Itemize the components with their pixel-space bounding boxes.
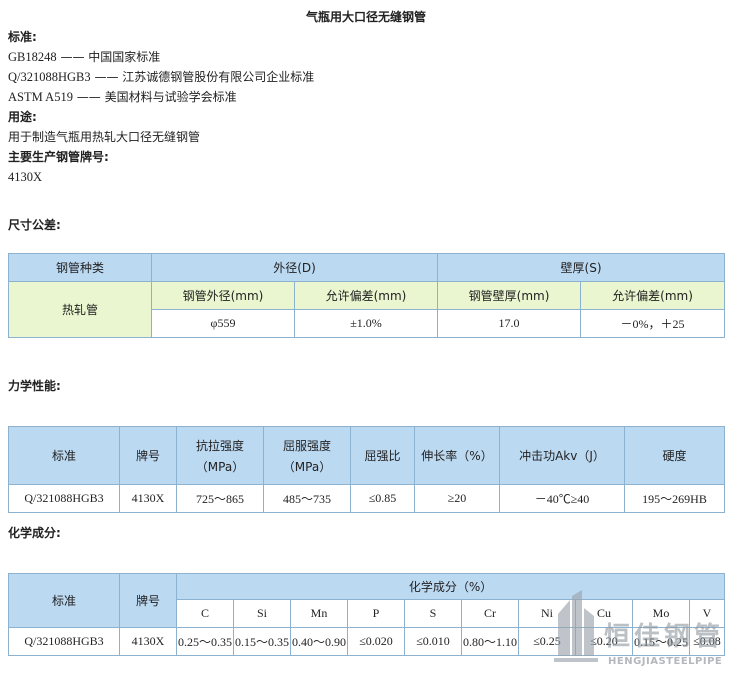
chem-element: S	[404, 599, 462, 628]
mech-header: 抗拉强度 （MPa）	[176, 426, 264, 485]
chem-element: P	[347, 599, 405, 628]
chem-label: 化学成分:	[8, 526, 61, 540]
chem-element: Ni	[518, 599, 576, 628]
usage-label: 用途:	[8, 110, 37, 124]
mech-cell: 195～269HB	[624, 484, 725, 513]
chem-cell: Q/321088HGB3	[8, 627, 120, 656]
dim-cell: －0%，＋25	[580, 309, 726, 338]
chem-element: Cr	[461, 599, 519, 628]
mech-cell: 725～865	[176, 484, 264, 513]
chem-header-grade: 牌号	[119, 573, 177, 628]
chem-cell: ≤0.08	[688, 627, 726, 656]
mech-header: 屈服强度 （MPa）	[263, 426, 351, 485]
chem-cell: 0.80～1.10	[461, 627, 519, 656]
dim-header-wt: 壁厚(S)	[437, 253, 726, 282]
mech-header: 牌号	[119, 426, 177, 485]
watermark-en: HENGJIASTEELPIPE	[608, 656, 723, 667]
mech-cell: 485～735	[263, 484, 351, 513]
chem-header-group: 化学成分（%）	[175, 573, 726, 600]
dim-cell: φ559	[151, 309, 295, 338]
mech-header: 冲击功Akv（J）	[499, 426, 625, 485]
grades-text: 4130X	[8, 170, 43, 184]
dim-type-cell: 热轧管	[8, 281, 152, 338]
mech-cell: －40℃≥40	[499, 484, 625, 513]
chem-header-std: 标准	[8, 573, 120, 628]
grades-label: 主要生产钢管牌号:	[8, 150, 109, 164]
dim-header-type: 钢管种类	[8, 253, 152, 282]
standard-sep: ——	[90, 70, 123, 84]
standard-sep: ——	[56, 50, 89, 64]
dim-sub-header: 允许偏差(mm)	[580, 281, 726, 310]
standard-code: Q/321088HGB3	[8, 70, 91, 84]
chem-element: C	[176, 599, 234, 628]
standard-desc: 美国材料与试验学会标准	[104, 90, 237, 104]
chem-cell: 0.15～0.25	[632, 627, 690, 656]
chem-cell: 0.40～0.90	[290, 627, 348, 656]
standard-line-gb: GB18248 —— 中国国家标准	[8, 47, 724, 67]
mech-header: 标准	[8, 426, 120, 485]
standard-desc: 江苏诚德钢管股份有限公司企业标准	[122, 70, 315, 84]
standard-code: ASTM A519	[8, 90, 73, 104]
chem-cell: ≤0.010	[404, 627, 462, 656]
chem-element: Mo	[632, 599, 690, 628]
chem-element: V	[688, 599, 726, 628]
chem-element: Si	[233, 599, 291, 628]
standard-code: GB18248	[8, 50, 57, 64]
dim-cell: 17.0	[437, 309, 582, 338]
standards-label: 标准:	[8, 30, 37, 44]
standard-sep: ——	[72, 90, 105, 104]
mech-label: 力学性能:	[8, 379, 61, 393]
mech-cell: ≥20	[414, 484, 500, 513]
dim-cell: ±1.0%	[293, 309, 439, 338]
chem-cell: ≤0.25	[518, 627, 576, 656]
chem-cell: 0.25～0.35	[176, 627, 234, 656]
document: 气瓶用大口径无缝钢管 标准: GB18248 —— 中国国家标准 Q/32108…	[8, 0, 726, 656]
mech-header: 硬度	[624, 426, 725, 485]
mechanical-table: 标准 牌号 抗拉强度 （MPa） 屈服强度 （MPa） 屈强比 伸长率（%） 冲击功…	[8, 426, 725, 513]
dimension-table: 钢管种类 外径(D) 壁厚(S) 热轧管 钢管外径(mm) 允许偏差(mm) 钢…	[8, 253, 726, 338]
usage-text: 用于制造气瓶用热轧大口径无缝钢管	[8, 130, 201, 144]
chem-element: Cu	[575, 599, 633, 628]
chem-cell: ≤0.020	[347, 627, 405, 656]
standard-line-astm: ASTM A519 —— 美国材料与试验学会标准	[8, 87, 724, 107]
dim-sub-header: 钢管外径(mm)	[151, 281, 295, 310]
mech-cell: Q/321088HGB3	[8, 484, 120, 513]
dim-sub-header: 允许偏差(mm)	[293, 281, 439, 310]
chemical-table: 标准 牌号 化学成分（%） C Si Mn P S Cr Ni Cu Mo V …	[8, 573, 726, 656]
chem-element: Mn	[290, 599, 348, 628]
mech-header: 伸长率（%）	[414, 426, 500, 485]
chem-cell: ≤0.20	[575, 627, 633, 656]
dim-label: 尺寸公差:	[8, 218, 61, 232]
dim-header-od: 外径(D)	[150, 253, 439, 282]
mech-cell: ≤0.85	[350, 484, 415, 513]
standard-line-q: Q/321088HGB3 —— 江苏诚德钢管股份有限公司企业标准	[8, 67, 724, 87]
standard-desc: 中国国家标准	[88, 50, 161, 64]
dim-sub-header: 钢管壁厚(mm)	[437, 281, 582, 310]
mech-cell: 4130X	[119, 484, 177, 513]
chem-cell: 0.15～0.35	[233, 627, 291, 656]
page-title: 气瓶用大口径无缝钢管	[305, 10, 426, 24]
chem-cell: 4130X	[119, 627, 177, 656]
mech-header: 屈强比	[350, 426, 415, 485]
